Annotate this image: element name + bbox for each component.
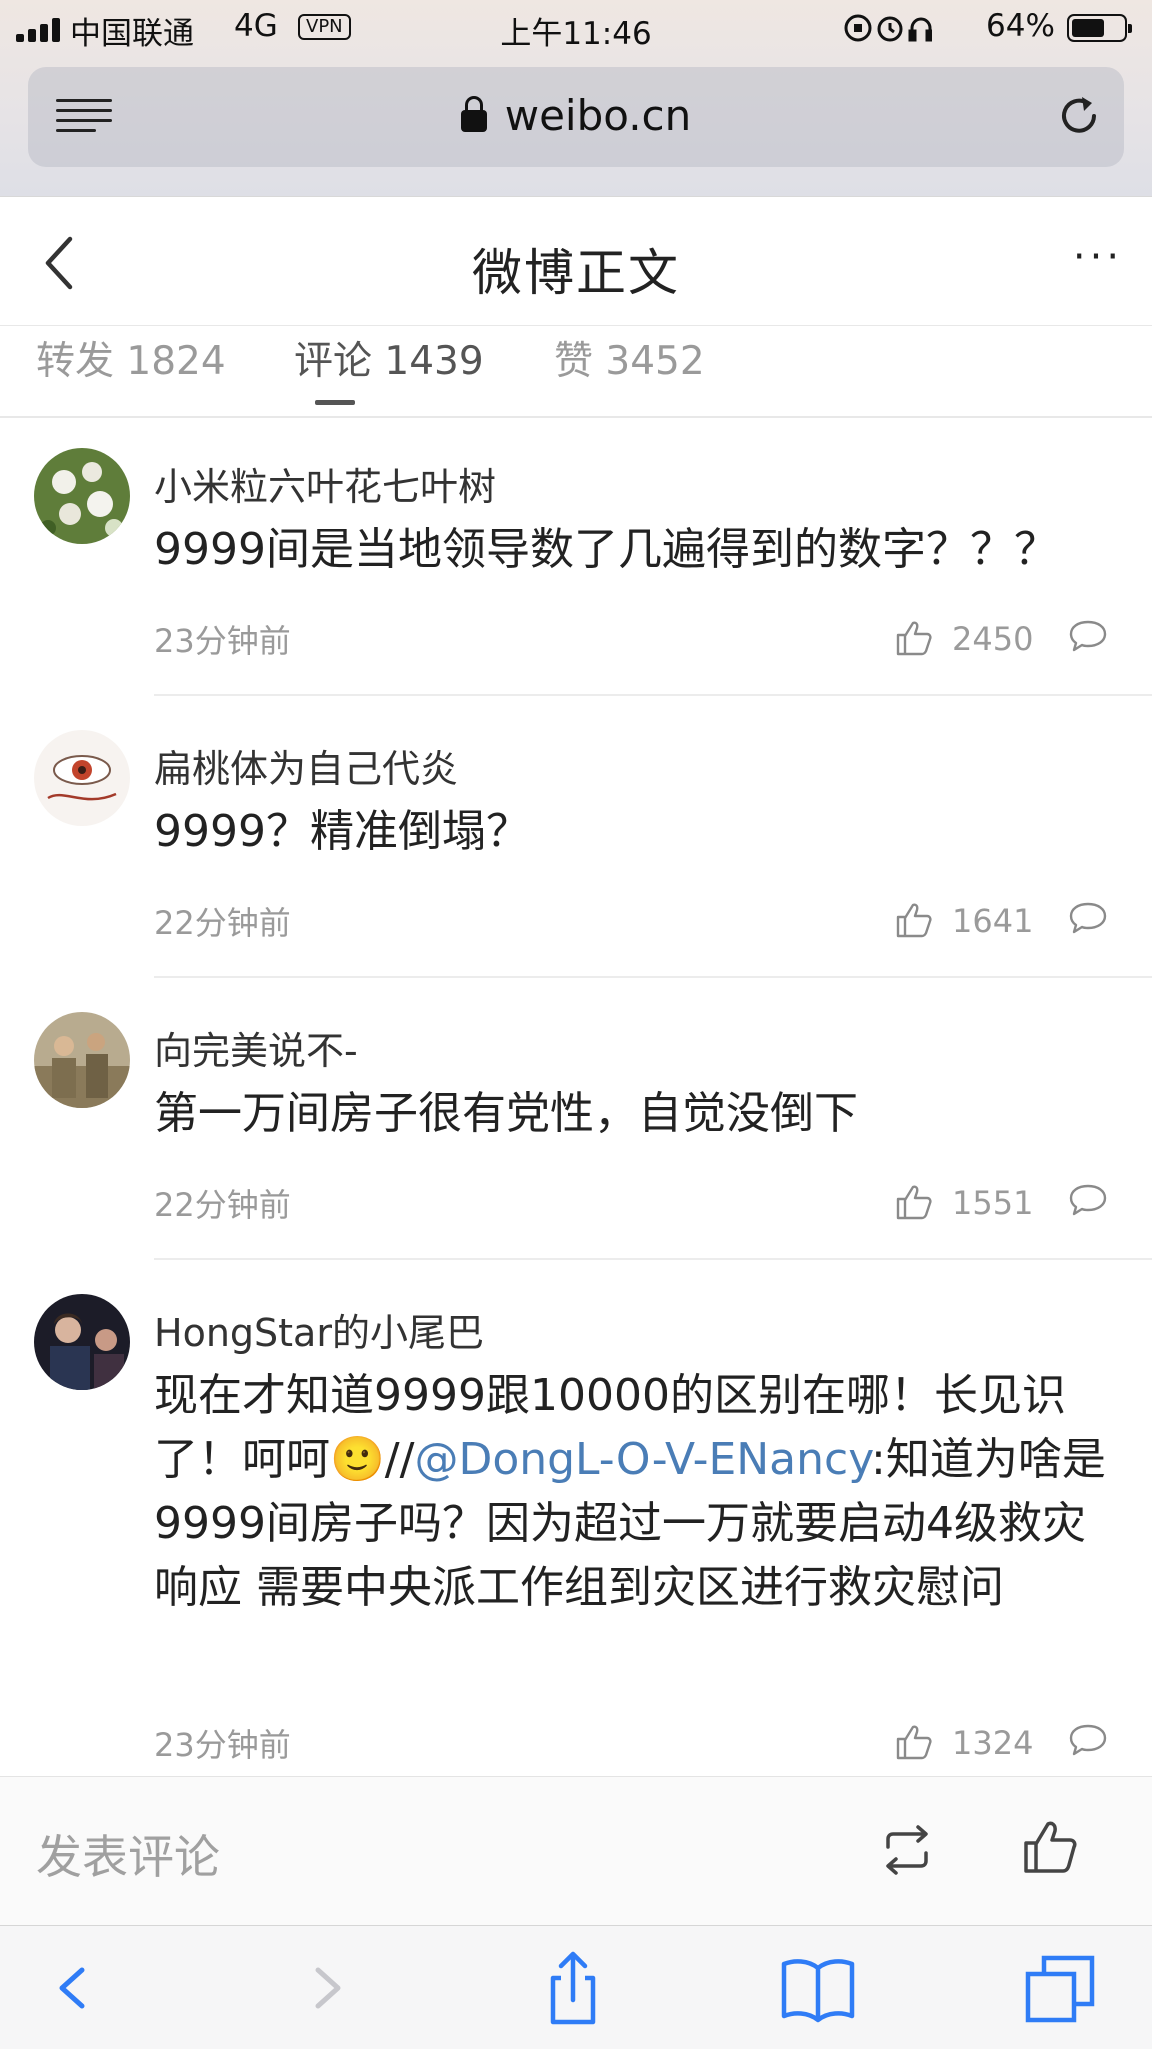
address-bar[interactable]: weibo.cn bbox=[28, 67, 1124, 167]
like-count: 1324 bbox=[952, 1724, 1034, 1762]
comment-username[interactable]: 扁桃体为自己代炎 bbox=[154, 738, 458, 793]
orientation-lock-icon bbox=[844, 14, 872, 42]
thumbs-up-icon[interactable] bbox=[894, 900, 934, 940]
comment-username[interactable]: 小米粒六叶花七叶树 bbox=[154, 456, 496, 511]
comment-text: 9999间是当地领导数了几遍得到的数字？？？ bbox=[154, 524, 1058, 575]
like-count: 1641 bbox=[952, 902, 1034, 940]
more-options-button[interactable]: ··· bbox=[1072, 237, 1124, 277]
page-header: 微博正文 ··· bbox=[0, 197, 1152, 326]
avatar[interactable] bbox=[34, 448, 130, 544]
thumbs-up-icon[interactable] bbox=[894, 618, 934, 658]
active-tab-indicator bbox=[315, 400, 355, 405]
avatar[interactable] bbox=[34, 1012, 130, 1108]
comment-text: 现在才知道9999跟10000的区别在哪！长见识了！呵呵🙂//@DongL-O-… bbox=[154, 1364, 1122, 1620]
status-icons bbox=[844, 14, 932, 42]
tabs-icon[interactable] bbox=[1022, 1948, 1102, 2028]
comment-time: 22分钟前 bbox=[154, 904, 291, 942]
reload-icon[interactable] bbox=[1056, 93, 1102, 139]
bookmarks-icon[interactable] bbox=[778, 1948, 858, 2028]
lock-icon bbox=[460, 96, 487, 132]
speech-bubble-icon[interactable] bbox=[1068, 1722, 1108, 1758]
tab-likes[interactable]: 赞 3452 bbox=[554, 330, 705, 386]
user-mention-link[interactable]: @DongL-O-V-ENancy bbox=[414, 1434, 871, 1485]
thumbs-up-icon[interactable] bbox=[894, 1722, 934, 1762]
speech-bubble-icon[interactable] bbox=[1068, 618, 1108, 654]
like-count: 2450 bbox=[952, 620, 1034, 658]
tab-bar: 转发 1824 评论 1439 赞 3452 bbox=[0, 326, 1152, 418]
alarm-icon bbox=[877, 16, 903, 42]
share-icon[interactable] bbox=[533, 1948, 613, 2028]
avatar[interactable] bbox=[34, 730, 130, 826]
browser-toolbar bbox=[0, 1925, 1152, 2049]
url-display[interactable]: weibo.cn bbox=[28, 91, 1124, 140]
thumbs-up-icon[interactable] bbox=[1020, 1817, 1080, 1877]
forward-arrow-icon[interactable] bbox=[288, 1948, 368, 2028]
tab-reposts[interactable]: 转发 1824 bbox=[36, 330, 226, 386]
status-bar: 中国联通 4G VPN 上午11:46 64% bbox=[0, 0, 1152, 58]
repost-icon[interactable] bbox=[878, 1823, 936, 1877]
comment-time: 23分钟前 bbox=[154, 1726, 291, 1764]
back-arrow-icon[interactable] bbox=[32, 1948, 112, 2028]
tab-comments[interactable]: 评论 1439 bbox=[294, 330, 484, 386]
divider bbox=[154, 976, 1152, 978]
headphones-icon bbox=[908, 17, 932, 42]
page-title: 微博正文 bbox=[472, 244, 680, 302]
speech-bubble-icon[interactable] bbox=[1068, 900, 1108, 936]
comment-username[interactable]: 向完美说不- bbox=[154, 1020, 358, 1075]
comment-text: 9999？精准倒塌？ bbox=[154, 806, 530, 857]
divider bbox=[154, 694, 1152, 696]
battery-fill bbox=[1072, 19, 1104, 37]
comment-input[interactable]: 发表评论 bbox=[36, 1821, 220, 1887]
battery-icon bbox=[1067, 14, 1132, 42]
speech-bubble-icon[interactable] bbox=[1068, 1182, 1108, 1218]
battery-percentage: 64% bbox=[986, 8, 1055, 44]
comment-time: 22分钟前 bbox=[154, 1186, 291, 1224]
browser-chrome: 中国联通 4G VPN 上午11:46 64% weibo.cn bbox=[0, 0, 1152, 197]
like-count: 1551 bbox=[952, 1184, 1034, 1222]
divider bbox=[154, 1258, 1152, 1260]
avatar[interactable] bbox=[34, 1294, 130, 1390]
comment-text: 第一万间房子很有党性，自觉没倒下 bbox=[154, 1088, 858, 1139]
clock: 上午11:46 bbox=[500, 16, 652, 52]
comment-time: 23分钟前 bbox=[154, 622, 291, 660]
thumbs-up-icon[interactable] bbox=[894, 1182, 934, 1222]
url-text: weibo.cn bbox=[504, 91, 692, 140]
compose-bar: 发表评论 bbox=[0, 1776, 1152, 1925]
comment-username[interactable]: HongStar的小尾巴 bbox=[154, 1302, 484, 1357]
